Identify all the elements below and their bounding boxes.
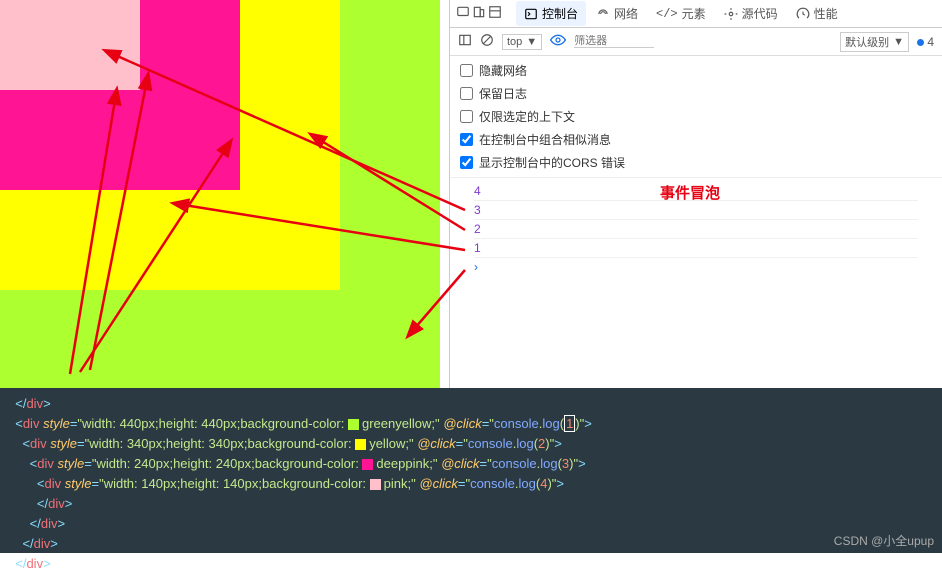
dock-icon[interactable] [488,5,502,22]
chevron-down-icon: ▼ [893,36,904,48]
tab-console[interactable]: 控制台 [516,1,586,26]
tab-elements[interactable]: </>元素 [648,1,714,26]
tab-network[interactable]: 网络 [588,1,646,26]
box-greenyellow[interactable] [0,0,440,390]
check-preserve-log[interactable]: 保留日志 [460,85,932,102]
chevron-down-icon: ▼ [526,36,537,48]
box-deeppink[interactable] [0,0,240,190]
devtools-tabs: 控制台 网络 </>元素 源代码 性能 [450,0,942,28]
console-line[interactable]: 1 [474,239,918,258]
box-yellow[interactable] [0,0,340,290]
console-prompt[interactable]: › [474,258,918,276]
bubble-annotation: 事件冒泡 [660,182,720,203]
filter-input[interactable] [574,35,654,48]
check-group-similar[interactable]: 在控制台中组合相似消息 [460,131,932,148]
log-level-selector[interactable]: 默认级别▼ [840,32,909,52]
source-code-panel: </div> <div style="width: 440px;height: … [0,388,942,553]
issues-count[interactable]: 4 [917,35,934,49]
sidebar-toggle-icon[interactable] [458,33,472,50]
live-expression-icon[interactable] [550,32,566,51]
console-output: 事件冒泡 4 3 2 1 › [450,178,942,280]
box-pink[interactable] [0,0,140,90]
watermark: CSDN @小全upup [834,532,934,549]
tab-sources[interactable]: 源代码 [716,1,786,26]
tab-performance[interactable]: 性能 [788,1,846,26]
check-cors-errors[interactable]: 显示控制台中的CORS 错误 [460,154,932,171]
check-hide-network[interactable]: 隐藏网络 [460,62,932,79]
code-line: </div> <div style="width: 440px;height: … [8,396,592,571]
context-selector[interactable]: top▼ [502,34,542,50]
console-line[interactable]: 2 [474,220,918,239]
check-selected-context[interactable]: 仅限选定的上下文 [460,108,932,125]
console-settings: 隐藏网络 保留日志 仅限选定的上下文 在控制台中组合相似消息 显示控制台中的CO… [450,56,942,178]
clear-console-icon[interactable] [480,33,494,50]
device-toggle-icon[interactable] [456,5,470,22]
console-line[interactable]: 3 [474,201,918,220]
responsive-icon[interactable] [472,5,486,22]
console-toolbar: top▼ 默认级别▼ 4 [450,28,942,56]
